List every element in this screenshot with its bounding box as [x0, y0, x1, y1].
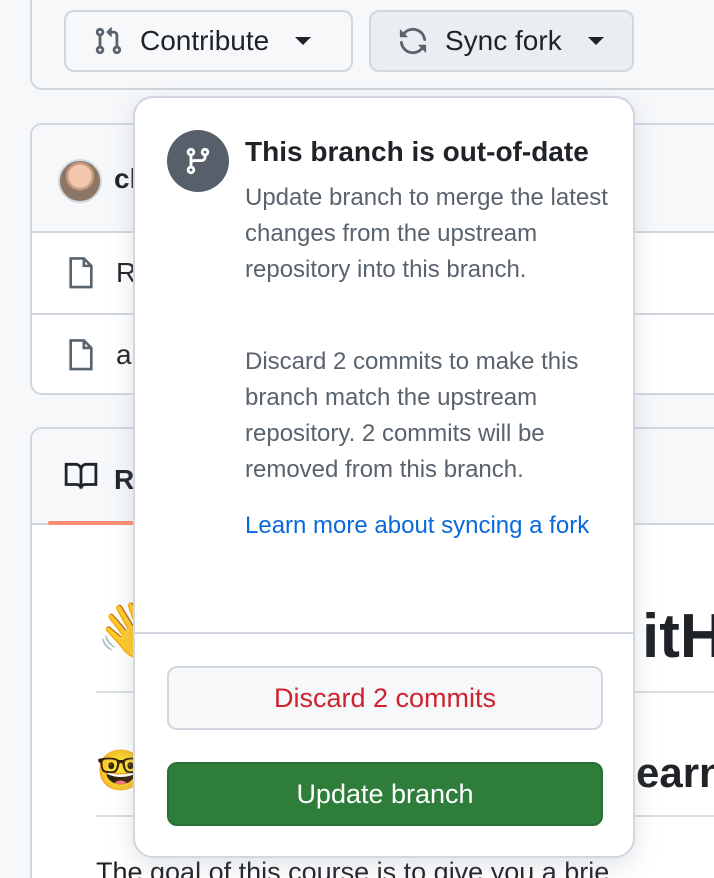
tab-readme-label: R: [114, 463, 135, 495]
discard-commits-button[interactable]: Discard 2 commits: [167, 666, 603, 730]
file-icon: [66, 337, 96, 378]
chevron-down-icon: [587, 37, 604, 45]
readme-heading-2: earn: [636, 749, 714, 796]
discard-description: Discard 2 commits to make this branch ma…: [245, 348, 579, 483]
sync-icon: [395, 23, 431, 59]
popover-title: This branch is out-of-date: [245, 136, 589, 167]
chevron-down-icon: [295, 37, 312, 45]
avatar[interactable]: [58, 159, 102, 203]
tab-readme[interactable]: R: [64, 461, 134, 498]
sync-fork-label: Sync fork: [445, 25, 562, 56]
divider: [135, 632, 633, 634]
update-branch-button[interactable]: Update branch: [167, 762, 603, 826]
contribute-label: Contribute: [140, 25, 270, 56]
book-icon: [64, 461, 98, 498]
sync-fork-popover: This branch is out-of-date Update branch…: [133, 96, 635, 858]
git-branch-icon: [167, 130, 229, 192]
file-icon: [66, 255, 96, 296]
file-name[interactable]: a: [116, 339, 132, 371]
readme-heading-1: itH: [642, 602, 714, 671]
readme-paragraph: The goal of this course is to give you a…: [96, 857, 610, 878]
update-description: Update branch to merge the latest change…: [245, 184, 608, 283]
git-pull-request-icon: [90, 23, 126, 59]
contribute-button[interactable]: Contribute: [64, 10, 353, 72]
learn-more-link[interactable]: Learn more about syncing a fork: [245, 508, 615, 544]
sync-fork-button[interactable]: Sync fork: [369, 10, 634, 72]
